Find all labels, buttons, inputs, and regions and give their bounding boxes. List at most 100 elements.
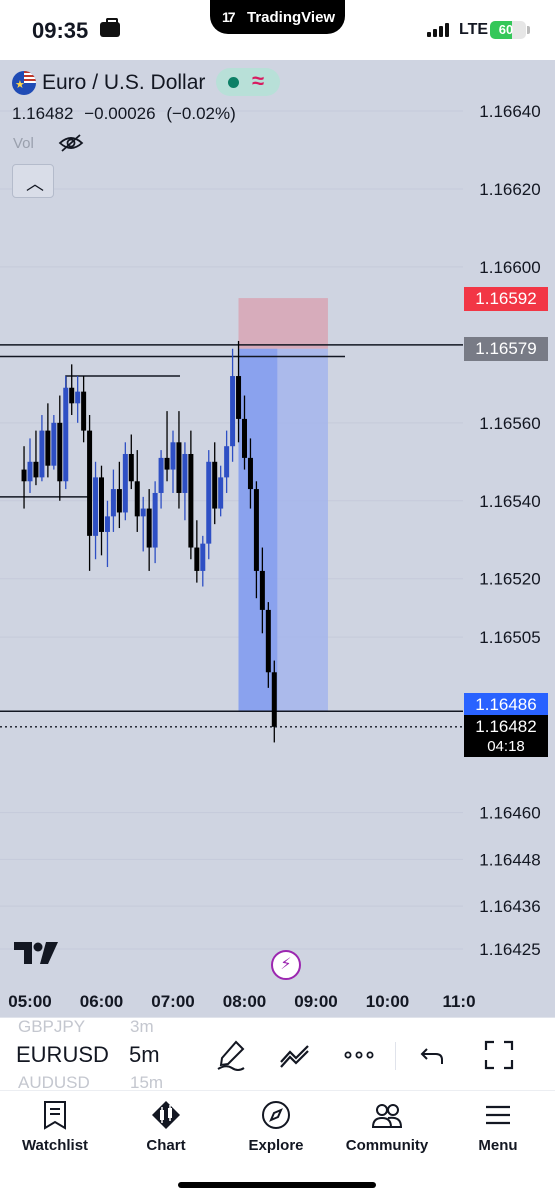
candle-body bbox=[57, 422, 63, 482]
community-icon bbox=[371, 1104, 403, 1128]
candle-body bbox=[218, 477, 224, 509]
data-delay-icon: ≈ bbox=[252, 68, 265, 93]
stop-loss-price-label: 1.16592 bbox=[464, 287, 548, 311]
candle-body bbox=[188, 453, 194, 548]
hamburger-menu-icon bbox=[486, 1105, 510, 1125]
x-tick-label: 08:00 bbox=[223, 992, 266, 1011]
battery-icon: 60 bbox=[490, 21, 526, 39]
nav-chart-label: Chart bbox=[146, 1137, 186, 1154]
candle-body bbox=[259, 570, 265, 610]
collapse-legend-button[interactable]: ︿ bbox=[12, 164, 54, 198]
candle-body bbox=[224, 446, 230, 478]
price-change-percent: (−0.02%) bbox=[166, 104, 236, 123]
nav-community-label: Community bbox=[345, 1137, 429, 1154]
y-tick-label: 1.16425 bbox=[479, 940, 540, 959]
entry-price-label: 1.16579 bbox=[464, 337, 548, 361]
candle-body bbox=[110, 489, 116, 517]
x-tick-label: 11:0 bbox=[442, 992, 475, 1011]
last-price: 1.16482 bbox=[12, 104, 74, 123]
bar-countdown: 04:18 bbox=[487, 738, 525, 755]
nav-explore-label: Explore bbox=[248, 1137, 304, 1154]
home-indicator bbox=[178, 1182, 376, 1188]
compass-icon bbox=[262, 1101, 290, 1129]
more-icon[interactable] bbox=[342, 1038, 376, 1072]
app-pill-label: TradingView bbox=[247, 9, 336, 26]
candle-body bbox=[170, 442, 176, 470]
candle-body bbox=[33, 461, 39, 478]
symbol-full-name: Euro / U.S. Dollar bbox=[42, 71, 206, 94]
nav-community[interactable]: Community bbox=[337, 1099, 437, 1159]
price-chart[interactable]: 1.16640 1.16620 1.16600 1.16560 1.16540 1.165… bbox=[0, 60, 555, 1017]
candle-body bbox=[242, 418, 247, 458]
battery-tip bbox=[527, 26, 530, 34]
candle-body bbox=[140, 508, 146, 517]
y-tick-label: 1.16505 bbox=[479, 628, 540, 647]
ghost-prev-interval: 3m bbox=[130, 1017, 154, 1036]
stop-loss-zone bbox=[238, 298, 328, 349]
candle-body bbox=[152, 492, 158, 548]
current-price-label: 1.16482 04:18 bbox=[464, 715, 548, 757]
x-tick-label: 05:00 bbox=[8, 992, 51, 1011]
app-activity-pill[interactable]: 17 TradingView bbox=[210, 0, 345, 34]
tradingview-watermark-icon bbox=[14, 942, 58, 964]
trend-drawing-icon[interactable] bbox=[278, 1038, 312, 1072]
current-price: 1.16482 bbox=[475, 717, 537, 736]
fullscreen-icon[interactable] bbox=[482, 1038, 516, 1072]
chart-area[interactable]: 1.16640 1.16620 1.16600 1.16560 1.16540 1.165… bbox=[0, 60, 555, 1017]
candle-body bbox=[247, 457, 253, 490]
draw-brush-icon[interactable] bbox=[214, 1038, 248, 1072]
candle-body bbox=[253, 489, 259, 571]
symbol-toolbar: GBPJPY 3m EURUSD 5m AUDUSD 15m bbox=[0, 1017, 555, 1092]
candle-body bbox=[128, 453, 134, 482]
candle-body bbox=[104, 516, 110, 532]
y-tick-label: 1.16560 bbox=[479, 414, 540, 433]
tradingview-logo-icon: 17 bbox=[222, 9, 236, 25]
symbol-header[interactable]: Euro / U.S. Dollar bbox=[12, 70, 205, 96]
status-time: 09:35 bbox=[32, 18, 89, 43]
x-tick-label: 06:00 bbox=[80, 992, 123, 1011]
undo-icon[interactable] bbox=[416, 1038, 450, 1072]
candle-body bbox=[93, 477, 99, 536]
market-status-pill[interactable]: ≈ bbox=[216, 68, 280, 96]
candle-body bbox=[27, 461, 33, 482]
candle-body bbox=[99, 477, 104, 532]
eye-off-icon[interactable] bbox=[58, 133, 84, 153]
nav-watchlist-label: Watchlist bbox=[21, 1137, 89, 1154]
nav-chart[interactable]: Chart bbox=[116, 1099, 216, 1159]
y-tick-label: 1.16620 bbox=[479, 180, 540, 199]
x-tick-label: 07:00 bbox=[151, 992, 194, 1011]
candle-body bbox=[158, 457, 164, 493]
ghost-prev-symbol: GBPJPY bbox=[18, 1017, 86, 1036]
candle-body bbox=[146, 508, 152, 548]
watchlist-icon bbox=[44, 1101, 66, 1130]
price-summary: 1.16482 −0.00026 (−0.02%) bbox=[12, 104, 242, 124]
y-tick-label: 1.16460 bbox=[479, 804, 540, 823]
volume-label: Vol bbox=[13, 135, 34, 152]
network-type: LTE bbox=[459, 21, 489, 38]
interval-selector[interactable]: 5m bbox=[129, 1042, 160, 1068]
candle-body bbox=[21, 469, 27, 482]
nav-explore[interactable]: Explore bbox=[226, 1099, 326, 1159]
y-tick-label: 1.16448 bbox=[479, 850, 540, 869]
battery-percent: 60 bbox=[498, 22, 514, 37]
x-tick-label: 09:00 bbox=[294, 992, 337, 1011]
candle-body bbox=[51, 422, 57, 466]
lightning-bolt-button[interactable]: ⚡ bbox=[271, 950, 301, 980]
eu-us-flag-icon bbox=[12, 71, 36, 95]
candle-body bbox=[69, 387, 75, 404]
nav-menu[interactable]: Menu bbox=[448, 1099, 548, 1159]
candle-body bbox=[39, 430, 45, 478]
status-bar: 09:35 17 TradingView LTE 60 bbox=[0, 0, 555, 60]
candle-body bbox=[230, 376, 236, 447]
candle-body bbox=[122, 453, 128, 513]
candle-body bbox=[176, 442, 182, 493]
nav-watchlist[interactable]: Watchlist bbox=[5, 1099, 105, 1159]
candle-body bbox=[200, 543, 206, 571]
candle-body bbox=[206, 461, 212, 544]
candle-body bbox=[194, 547, 200, 571]
candle-body bbox=[75, 391, 81, 404]
price-change: −0.00026 bbox=[84, 104, 156, 123]
symbol-selector[interactable]: EURUSD bbox=[16, 1042, 109, 1068]
candle-body bbox=[271, 672, 277, 727]
y-tick-label: 1.16520 bbox=[479, 570, 540, 589]
